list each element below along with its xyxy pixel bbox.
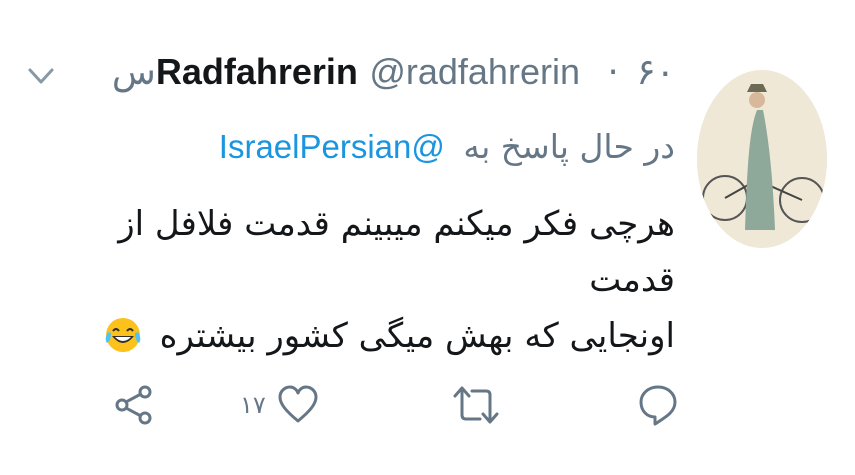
replying-to-label: در حال پاسخ به [463, 127, 675, 166]
reply-icon [636, 383, 680, 427]
tears-of-joy-emoji [103, 315, 143, 355]
chevron-down-icon[interactable] [26, 60, 56, 90]
replying-to: در حال پاسخ به @IsraelPersian [219, 125, 675, 169]
like-icon [276, 383, 320, 427]
retweet-button[interactable] [452, 380, 500, 430]
tweet-text: هرچی فکر میکنم میبینم قدمت فلافل از قدمت… [75, 196, 675, 364]
like-count: ۱۷ [240, 391, 266, 419]
share-icon [112, 383, 156, 427]
tweet-header: Radfahrerin @radfahrerin · ۶۰س [112, 50, 675, 95]
tweet-card: Radfahrerin @radfahrerin · ۶۰س در حال پا… [0, 0, 855, 475]
retweet-icon [452, 383, 500, 427]
display-name[interactable]: Radfahrerin [156, 51, 358, 92]
share-button[interactable] [112, 380, 156, 430]
action-bar: ۱۷ [0, 380, 855, 440]
like-button[interactable]: ۱۷ [240, 380, 320, 430]
tweet-text-line: هرچی فکر میکنم میبینم قدمت فلافل از قدمت [118, 204, 675, 300]
reply-button[interactable] [636, 380, 680, 430]
replying-to-link[interactable]: @IsraelPersian [219, 128, 445, 165]
tweet-text-line2: اونجایی که بهش میگی کشور بیشتره [159, 316, 675, 356]
tweet-text-line: اونجایی که بهش میگی کشور بیشتره [75, 308, 675, 364]
avatar[interactable] [697, 70, 827, 248]
user-handle[interactable]: @radfahrerin [369, 51, 580, 92]
separator-dot: · [607, 52, 619, 93]
